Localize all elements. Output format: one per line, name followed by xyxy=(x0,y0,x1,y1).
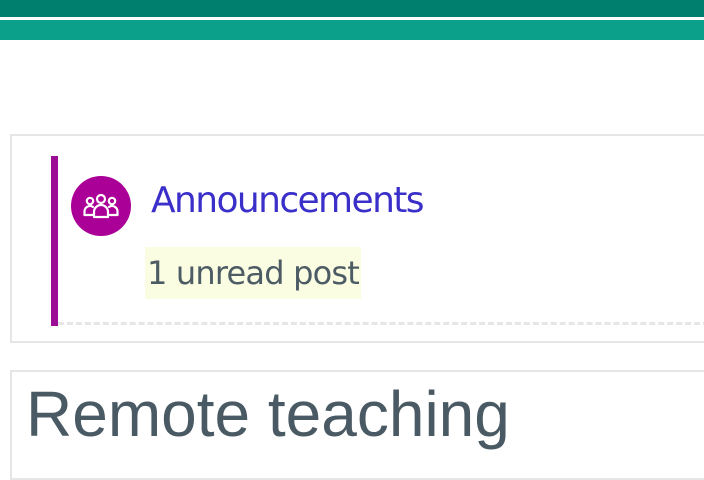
announcements-link[interactable]: Announcements xyxy=(151,180,425,221)
course-section-remote-teaching: Remote teaching xyxy=(10,370,704,480)
activity-forum-announcements: Announcements 1 unread post xyxy=(51,156,704,326)
people-group-icon xyxy=(83,193,119,219)
activity-accent-bar xyxy=(51,156,58,326)
unread-posts-badge[interactable]: 1 unread post xyxy=(145,247,362,299)
section-title: Remote teaching xyxy=(26,378,510,450)
secondary-navbar xyxy=(0,20,704,40)
top-navbar xyxy=(0,0,704,17)
forum-people-icon[interactable] xyxy=(71,176,131,236)
activity-divider xyxy=(58,322,704,325)
course-section-general: Announcements 1 unread post xyxy=(10,134,704,343)
